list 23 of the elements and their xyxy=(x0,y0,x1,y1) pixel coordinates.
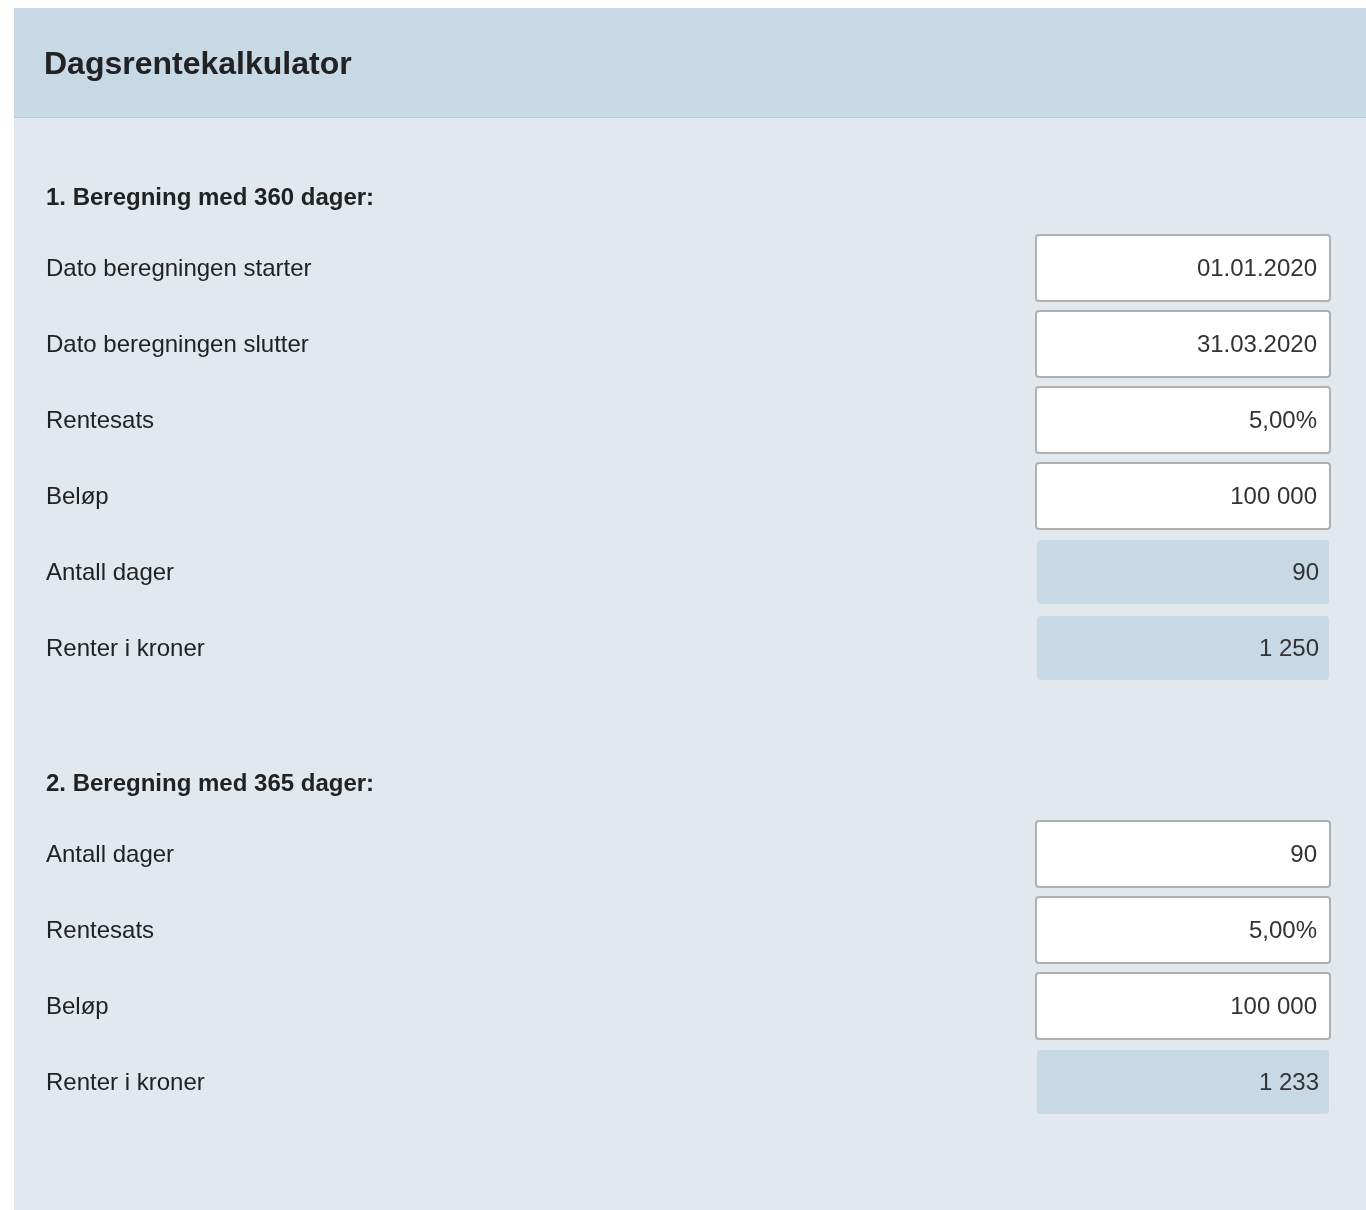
input-field[interactable]: 5,00% xyxy=(1035,896,1331,964)
field-label: Dato beregningen starter xyxy=(46,253,312,283)
input-field[interactable]: 5,00% xyxy=(1035,386,1331,454)
input-field[interactable]: 100 000 xyxy=(1035,972,1331,1040)
input-field[interactable]: 100 000 xyxy=(1035,462,1331,530)
input-field[interactable]: 01.01.2020 xyxy=(1035,234,1331,302)
field-label: Beløp xyxy=(46,991,109,1021)
section-heading: 1. Beregning med 360 dager: xyxy=(46,182,376,212)
input-field[interactable]: 31.03.2020 xyxy=(1035,310,1331,378)
field-label: Dato beregningen slutter xyxy=(46,329,309,359)
result-field: 1 233 xyxy=(1037,1050,1329,1114)
result-field: 1 250 xyxy=(1037,616,1329,680)
field-label: Renter i kroner xyxy=(46,633,205,663)
field-label: Beløp xyxy=(46,481,109,511)
field-label: Rentesats xyxy=(46,405,155,435)
input-field[interactable]: 90 xyxy=(1035,820,1331,888)
field-label: Rentesats xyxy=(46,915,155,945)
panel-title: Dagsrentekalkulator xyxy=(44,43,352,83)
section-heading: 2. Beregning med 365 dager: xyxy=(46,768,376,798)
field-label: Antall dager xyxy=(46,557,175,587)
result-field: 90 xyxy=(1037,540,1329,604)
field-label: Renter i kroner xyxy=(46,1067,205,1097)
field-label: Antall dager xyxy=(46,839,175,869)
